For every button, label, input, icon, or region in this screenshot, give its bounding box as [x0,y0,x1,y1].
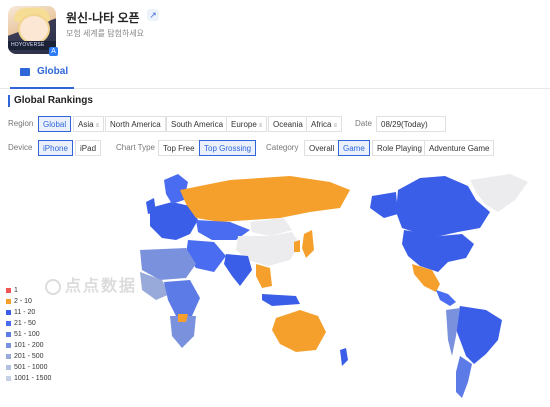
device-filter-row: Device iPhone iPad Chart Type Top Free T… [8,140,548,156]
map-region-indonesia[interactable] [262,294,300,306]
legend-item[interactable]: 11 - 20 [6,308,51,319]
app-title: 원신-나타 오픈 [66,11,140,25]
chevron-down-icon: ≡ [258,123,263,129]
map-region-uk[interactable] [146,198,156,214]
category-option-label: Role Playing [377,144,422,153]
region-option-label: Oceania [273,120,303,129]
legend-swatch [6,310,11,315]
category-option-overall[interactable]: Overall [304,140,340,156]
chart-type-option-label: Top Free [163,144,195,153]
map-region-japan[interactable] [302,230,314,258]
region-option-africa[interactable]: Africa ≡ [306,116,342,132]
legend-item[interactable]: 1001 - 1500 [6,374,51,385]
legend-label: 101 - 200 [14,342,44,349]
legend-item[interactable]: 201 - 500 [6,352,51,363]
region-option-label: Asia [78,120,94,129]
legend-swatch [6,365,11,370]
legend-item[interactable]: 51 - 100 [6,330,51,341]
tab-global[interactable]: Global [10,60,74,89]
map-region-russia[interactable] [180,176,350,222]
legend-label: 1 [14,287,18,294]
device-label: Device [8,143,33,152]
legend-swatch [6,299,11,304]
map-region-brazil[interactable] [454,306,502,364]
legend-item[interactable]: 21 - 50 [6,319,51,330]
legend-label: 51 - 100 [14,331,40,338]
region-option-label: Global [43,120,67,129]
device-option-label: iPhone [43,144,68,153]
app-icon-banner-text: HOYOVERSE [11,42,45,48]
watermark-text: 点点数据 [65,278,138,295]
category-option-label: Game [343,144,365,153]
legend-label: 2 - 10 [14,298,32,305]
legend-item[interactable]: 2 - 10 [6,297,51,308]
category-option-label: Adventure Game [429,144,490,153]
watermark: 点点数据 [45,272,137,296]
region-option-north-america[interactable]: North America [105,116,166,132]
map-legend: 1 2 - 10 11 - 20 21 - 50 51 - 100 101 - 200 20… [6,286,51,385]
category-label: Category [266,143,299,152]
map-region-new-zealand[interactable] [340,348,348,366]
legend-item[interactable]: 501 - 1000 [6,363,51,374]
legend-label: 1001 - 1500 [14,375,52,382]
legend-swatch [6,376,11,381]
map-region-korea[interactable] [294,240,300,252]
map-region-alaska[interactable] [370,192,398,218]
region-label: Region [8,119,34,128]
region-option-south-america[interactable]: South America [166,116,229,132]
legend-label: 501 - 1000 [14,364,48,371]
tab-bar: Global [0,60,550,89]
chevron-down-icon: ≡ [95,123,100,129]
category-option-label: Overall [309,144,335,153]
section-title: Global Rankings [8,95,93,107]
region-option-label: North America [110,120,161,129]
region-option-label: Europe [231,120,257,129]
legend-swatch [6,354,11,359]
device-option-ipad[interactable]: iPad [75,140,102,156]
device-option-label: iPad [80,144,97,153]
region-option-asia[interactable]: Asia ≡ [73,116,105,132]
region-filter-row: Region Global Asia ≡ North America South … [8,116,548,132]
map-region-india[interactable] [224,254,252,286]
app-subtitle: 모험 세계를 탐험하세요 [66,29,145,38]
map-region-australia[interactable] [272,310,326,352]
chart-type-option-label: Top Grossing [204,144,252,153]
chart-icon [20,68,30,76]
legend-swatch [6,343,11,348]
legend-label: 11 - 20 [14,309,36,316]
region-option-global[interactable]: Global [38,116,72,132]
category-option-role-playing[interactable]: Role Playing [372,140,427,156]
legend-swatch [6,332,11,337]
region-option-oceania[interactable]: Oceania [268,116,308,132]
app-icon-face [18,14,50,44]
region-option-europe[interactable]: Europe ≡ [226,116,268,132]
legend-item[interactable]: 1 [6,286,51,297]
category-option-game[interactable]: Game [338,140,370,156]
app-header: HOYOVERSE A 원신-나타 오픈 ↗ 모험 세계를 탐험하세요 [8,6,548,58]
legend-item[interactable]: 101 - 200 [6,341,51,352]
legend-label: 21 - 50 [14,320,36,327]
chart-type-top-grossing[interactable]: Top Grossing [199,140,257,156]
legend-label: 201 - 500 [14,353,44,360]
map-region-argentina[interactable] [456,356,472,398]
chevron-down-icon: ≡ [333,123,337,129]
external-link-icon[interactable]: ↗ [147,9,159,21]
map-region-central-america[interactable] [436,290,456,306]
region-option-label: South America [171,120,224,129]
chart-type-top-free[interactable]: Top Free [158,140,200,156]
world-rank-map: 点点数据 1 2 - 10 11 - 20 21 - 50 51 - 100 101 - … [0,160,550,407]
date-label: Date [355,119,372,128]
chart-type-label: Chart Type [116,143,155,152]
date-picker[interactable]: 08/29(Today) [376,116,446,132]
legend-swatch [6,288,11,293]
map-region-southeast-asia[interactable] [256,264,272,288]
tab-global-label: Global [37,66,69,77]
region-option-label: Africa [311,120,332,129]
legend-swatch [6,321,11,326]
map-region-central-africa[interactable] [164,280,200,316]
date-value: 08/29(Today) [381,120,428,129]
device-option-iphone[interactable]: iPhone [38,140,73,156]
app-store-icon: A [49,47,58,56]
category-option-adventure-game[interactable]: Adventure Game [424,140,495,156]
